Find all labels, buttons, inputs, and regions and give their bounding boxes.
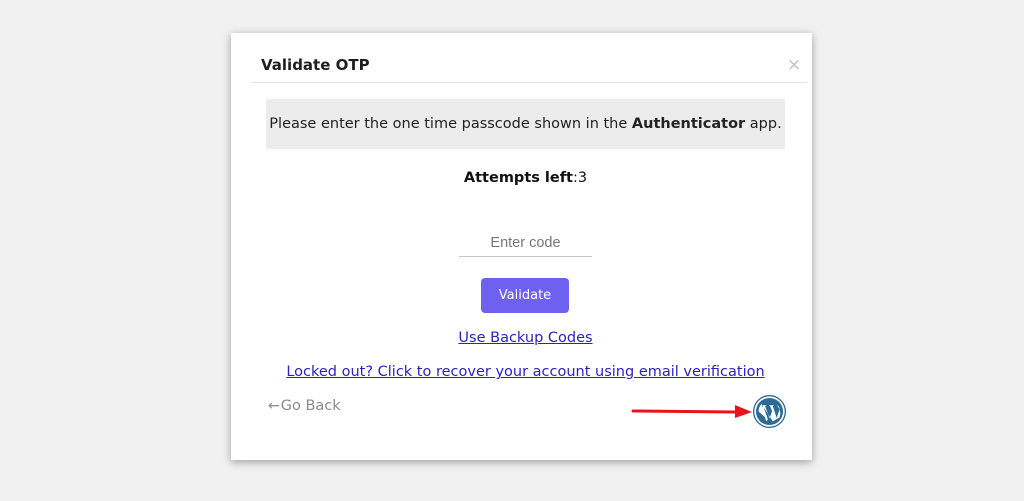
dialog-title: Validate OTP (261, 56, 370, 74)
red-annotation-arrow (631, 405, 752, 418)
dialog-header: Validate OTP × (251, 33, 807, 83)
attempts-left-label: Attempts left (463, 170, 573, 186)
attempts-left-count: 3 (577, 170, 588, 186)
validate-button[interactable]: Validate (481, 278, 569, 313)
use-backup-codes-link: Use Backup Codes (231, 330, 820, 346)
instruction-text: Please enter the one time passcode shown… (269, 116, 781, 132)
wordpress-logo-icon[interactable] (753, 395, 786, 428)
attempts-left: Attempts left:3 (231, 170, 820, 186)
instruction-text-prefix: Please enter the one time passcode shown… (269, 116, 632, 132)
locked-out-recovery-link-text[interactable]: Locked out? Click to recover your accoun… (286, 364, 764, 380)
go-back-link[interactable]: ←Go Back (268, 398, 341, 414)
instruction-text-suffix: app. (745, 116, 782, 132)
page-background: Validate OTP × Please enter the one time… (0, 0, 1024, 501)
otp-code-input[interactable] (459, 230, 592, 257)
instruction-message: Please enter the one time passcode shown… (266, 99, 785, 149)
validate-otp-dialog: Validate OTP × Please enter the one time… (231, 33, 812, 460)
authenticator-label: Authenticator (631, 116, 746, 132)
left-arrow-icon: ← (268, 398, 280, 414)
locked-out-recovery-link: Locked out? Click to recover your accoun… (231, 364, 820, 380)
go-back-label: Go Back (280, 398, 341, 414)
close-icon[interactable]: × (787, 57, 801, 74)
use-backup-codes-link-text[interactable]: Use Backup Codes (458, 330, 592, 346)
